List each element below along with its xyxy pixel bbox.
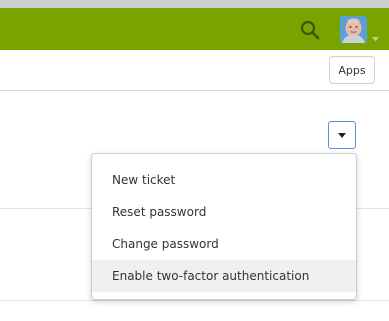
actions-dropdown-menu: New ticket Reset password Change passwor… xyxy=(91,153,357,300)
menu-item-enable-two-factor[interactable]: Enable two-factor authentication xyxy=(92,260,356,292)
apps-button[interactable]: Apps xyxy=(329,56,375,84)
user-avatar[interactable] xyxy=(340,16,367,43)
menu-item-new-ticket[interactable]: New ticket xyxy=(92,164,356,196)
top-header-bar xyxy=(0,8,389,50)
caret-down-icon[interactable] xyxy=(372,27,379,42)
secondary-toolbar: Apps xyxy=(0,50,389,91)
actions-dropdown-toggle[interactable] xyxy=(328,121,356,149)
menu-item-reset-password[interactable]: Reset password xyxy=(92,196,356,228)
section-divider xyxy=(0,300,389,301)
search-icon[interactable] xyxy=(300,20,320,40)
menu-item-change-password[interactable]: Change password xyxy=(92,228,356,260)
caret-down-icon xyxy=(338,133,346,138)
browser-top-strip xyxy=(0,0,389,8)
